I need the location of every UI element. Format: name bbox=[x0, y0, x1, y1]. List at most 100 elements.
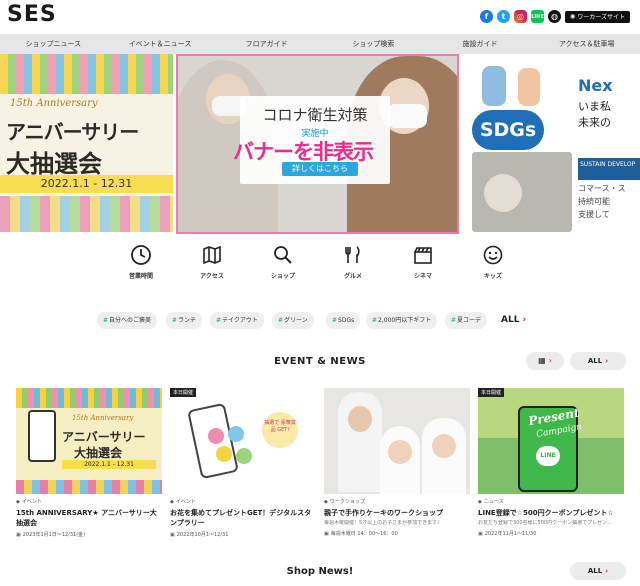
category-hours[interactable]: 営業時間 bbox=[111, 244, 171, 280]
sdgs-line1: いま私 bbox=[578, 100, 611, 113]
event-date-label: 2022年10月1〜12/31 bbox=[176, 532, 229, 538]
category-gourmet[interactable]: グルメ bbox=[323, 244, 383, 280]
sdgs-illustration: SDGs bbox=[462, 54, 572, 232]
category-links: 営業時間 アクセス ショップ グルメ シネマ キッズ bbox=[0, 244, 640, 290]
hash-icon: # bbox=[103, 317, 109, 324]
shop-news-all-button[interactable]: ALL › bbox=[570, 562, 626, 580]
category-cinema[interactable]: シネマ bbox=[393, 244, 453, 280]
tag-icon: ◆ bbox=[324, 498, 328, 505]
event-date-label: 2022年11月1〜11/30 bbox=[484, 531, 537, 537]
tag-list: #自分へのご褒美 #ランチ #テイクアウト #グリーン #SDGs #2,000… bbox=[0, 312, 640, 330]
anniversary-ja-text: アニバーサリー bbox=[6, 120, 139, 144]
hash-icon: # bbox=[372, 317, 378, 324]
mask-shape bbox=[387, 104, 427, 128]
decorative-dots bbox=[0, 196, 173, 232]
tags-all-label: ALL bbox=[501, 315, 520, 325]
image-text: アニバーサリー bbox=[62, 430, 146, 444]
nav-shop-news[interactable]: ショップニュース bbox=[0, 34, 107, 54]
hide-banner-overlay[interactable]: バナーを非表示 bbox=[233, 136, 374, 166]
site-logo[interactable]: SES bbox=[7, 2, 57, 27]
hash-icon: # bbox=[216, 317, 222, 324]
category-access[interactable]: アクセス bbox=[182, 244, 242, 280]
nav-event-news[interactable]: イベント＆ニュース bbox=[107, 34, 214, 54]
calendar-button[interactable]: ▦ › bbox=[526, 352, 564, 370]
covid-slide[interactable]: コロナ衛生対策 実施中 詳しくはこちら バナーを非表示 bbox=[176, 54, 459, 234]
sdgs-small-text: コマース・ス 持続可能 支援して bbox=[578, 182, 626, 221]
decorative-stripes bbox=[0, 54, 173, 94]
event-card-image: 抽選で 豪華賞品 GET! 本日開催 bbox=[170, 388, 316, 494]
today-badge: 本日開催 bbox=[170, 388, 197, 397]
event-date: ▣ 2023年1月1日〜12/31(金) bbox=[16, 531, 162, 539]
figure-shape bbox=[518, 68, 540, 106]
event-card-image: 15th Anniversary アニバーサリー 大抽選会 2022.1.1 -… bbox=[16, 388, 162, 494]
social-links: f t ◎ LINE ◍ ◉ ワーカーズサイト bbox=[480, 10, 630, 23]
tag-icon: ◆ bbox=[16, 498, 20, 505]
image-date-band: 2022.1.1 - 12.31 bbox=[62, 460, 156, 469]
clapperboard-icon bbox=[414, 247, 432, 264]
event-category-label: ワークショップ bbox=[329, 499, 365, 505]
globe-icon[interactable]: ◍ bbox=[548, 10, 562, 23]
tag-chip[interactable]: #2,000円以下ギフト bbox=[366, 312, 438, 329]
event-card-image: Present Campaign LINE 本日開催 bbox=[478, 388, 624, 494]
nav-facility-guide[interactable]: 施設ガイド bbox=[427, 34, 534, 54]
event-category: ◆ イベント bbox=[16, 498, 162, 506]
line-icon[interactable]: LINE bbox=[531, 10, 545, 23]
event-card[interactable]: 抽選で 豪華賞品 GET! 本日開催 ◆ イベント お花を集めてプレゼントGET！… bbox=[170, 388, 316, 538]
sdgs-line2: 未来の bbox=[578, 116, 611, 129]
today-badge: 本日開催 bbox=[478, 388, 505, 397]
event-date: ▣ 毎週木曜日 14：00〜16：00 bbox=[324, 530, 470, 538]
search-icon bbox=[274, 246, 292, 264]
image-text: 大抽選会 bbox=[74, 446, 123, 460]
tag-chip[interactable]: #グリーン bbox=[272, 312, 314, 329]
twitter-icon[interactable]: t bbox=[497, 10, 511, 23]
event-category-label: イベント bbox=[21, 499, 42, 505]
flower-shape bbox=[236, 448, 252, 464]
phone-illustration bbox=[28, 410, 56, 462]
calendar-small-icon: ▣ bbox=[170, 531, 175, 538]
event-description: 毎週木曜開催！5才以上のお子さまが参加できます♪ bbox=[324, 520, 441, 526]
calendar-icon: ▦ bbox=[538, 356, 546, 365]
category-label: アクセス bbox=[200, 273, 224, 280]
prize-bubble: 抽選で 豪華賞品 GET! bbox=[262, 412, 298, 448]
globe-small-icon: ◉ bbox=[570, 13, 576, 20]
event-date-label: 2023年1月1日〜12/31(金) bbox=[22, 532, 86, 538]
sdgs-small-line: コマース・ス bbox=[578, 184, 626, 193]
shop-news-all-label: ALL bbox=[587, 567, 603, 575]
tag-chip[interactable]: #ランチ bbox=[166, 312, 203, 329]
child-face bbox=[432, 434, 456, 458]
chevron-right-icon: › bbox=[522, 315, 527, 325]
nav-floor-guide[interactable]: フロアガイド bbox=[213, 34, 320, 54]
category-shop[interactable]: ショップ bbox=[253, 244, 313, 280]
nav-shop-search[interactable]: ショップ検索 bbox=[320, 34, 427, 54]
instagram-icon[interactable]: ◎ bbox=[514, 10, 528, 23]
sdgs-slide[interactable]: SDGs Nex いま私 未来の SUSTAIN DEVELOP コマース・ス … bbox=[462, 54, 640, 232]
event-card[interactable]: 15th Anniversary アニバーサリー 大抽選会 2022.1.1 -… bbox=[16, 388, 162, 538]
event-card[interactable]: ◆ ワークショップ 親子で手作りケーキのワークショップ 毎週木曜開催！5才以上のお… bbox=[324, 388, 470, 537]
sdgs-photo-head bbox=[484, 174, 522, 212]
sdgs-cloud: SDGs bbox=[472, 110, 544, 150]
nav-access-parking[interactable]: アクセス＆駐車場 bbox=[533, 34, 640, 54]
event-card[interactable]: Present Campaign LINE 本日開催 ◆ ニュース LINE登録で… bbox=[478, 388, 624, 537]
fork-knife-icon bbox=[345, 246, 360, 263]
events-all-button[interactable]: ALL › bbox=[570, 352, 626, 370]
tag-label: 自分へのご褒美 bbox=[109, 317, 152, 324]
tag-chip[interactable]: #SDGs bbox=[326, 312, 361, 329]
category-kids[interactable]: キッズ bbox=[463, 244, 523, 280]
image-text: 15th Anniversary bbox=[72, 414, 134, 422]
flower-shape bbox=[208, 428, 224, 444]
tag-icon: ◆ bbox=[170, 498, 174, 505]
sdgs-text-column: Nex いま私 未来の SUSTAIN DEVELOP コマース・ス 持続可能 … bbox=[574, 54, 640, 232]
tag-chip[interactable]: #夏コーデ bbox=[445, 312, 488, 329]
tag-chip[interactable]: #自分へのご褒美 bbox=[97, 312, 158, 329]
chevron-right-icon: › bbox=[605, 567, 609, 575]
worker-site-button[interactable]: ◉ ワーカーズサイト bbox=[565, 10, 630, 23]
anniversary-slide[interactable]: 15th Anniversary アニバーサリー 大抽選会 2022.1.1 -… bbox=[0, 54, 173, 232]
tags-all-link[interactable]: ALL › bbox=[501, 312, 526, 329]
map-icon bbox=[203, 245, 221, 265]
hero-carousel: 15th Anniversary アニバーサリー 大抽選会 2022.1.1 -… bbox=[0, 54, 640, 236]
tag-chip[interactable]: #テイクアウト bbox=[210, 312, 264, 329]
tag-label: テイクアウト bbox=[222, 317, 258, 324]
category-label: キッズ bbox=[483, 273, 502, 280]
event-category-label: ニュース bbox=[483, 499, 504, 505]
facebook-icon[interactable]: f bbox=[480, 10, 494, 23]
